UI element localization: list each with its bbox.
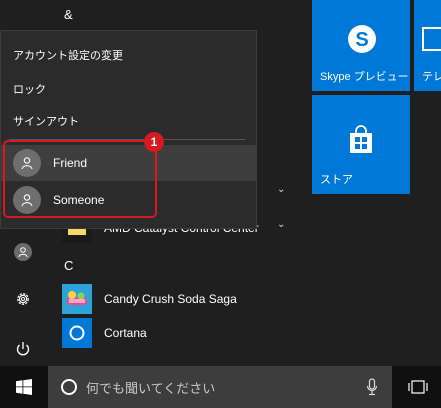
settings-gear-icon (17, 293, 29, 305)
tile-label: ストア (320, 174, 353, 186)
user-icon (14, 243, 32, 261)
search-placeholder: 何でも聞いてください (86, 381, 216, 397)
cortana-icon (62, 318, 92, 348)
start-button[interactable] (0, 366, 48, 408)
search-box[interactable]: 何でも聞いてください (48, 366, 392, 408)
candy-crush-icon (62, 284, 92, 314)
group-header-amp[interactable]: & (64, 7, 73, 22)
app-label: Candy Crush Soda Saga (104, 292, 237, 306)
app-item-cortana[interactable]: Cortana (62, 317, 292, 349)
annotation-highlight-box (3, 140, 157, 218)
app-label: Cortana (104, 326, 147, 340)
rail-user-button[interactable] (0, 229, 46, 275)
skype-icon: S (348, 25, 376, 53)
tile-skype[interactable]: S Skype プレビュー (312, 0, 410, 91)
cortana-ring-icon (61, 379, 77, 395)
store-bag-icon (350, 125, 372, 153)
taskbar: 何でも聞いてください (0, 366, 441, 408)
tile-label: Skype プレビュー (320, 71, 409, 83)
tile-partial[interactable]: テレ (414, 0, 441, 91)
lock-item[interactable]: ロック (13, 81, 46, 97)
app-item-candy-crush[interactable]: Candy Crush Soda Saga (62, 283, 292, 315)
tile-label: テレ (422, 71, 441, 83)
chevron-down-icon[interactable]: ⌄ (277, 184, 285, 195)
rail-settings-button[interactable] (0, 276, 46, 322)
power-icon (16, 342, 30, 356)
tile-store[interactable]: ストア (312, 95, 410, 194)
task-view-button[interactable] (395, 366, 441, 408)
chevron-down-icon[interactable]: ⌄ (277, 219, 285, 230)
svg-text:S: S (355, 29, 368, 51)
task-view-icon (408, 380, 428, 394)
windows-logo-icon (16, 379, 32, 395)
annotation-badge: 1 (144, 132, 164, 152)
microphone-icon[interactable] (366, 378, 378, 396)
change-account-settings[interactable]: アカウント設定の変更 (13, 47, 123, 63)
tv-icon (422, 27, 441, 51)
start-menu: & ⌄ AMD Catalyst Control Center ⌄ C Cand… (0, 0, 441, 366)
sign-out-item[interactable]: サインアウト (13, 113, 79, 129)
group-header-c[interactable]: C (64, 258, 73, 273)
